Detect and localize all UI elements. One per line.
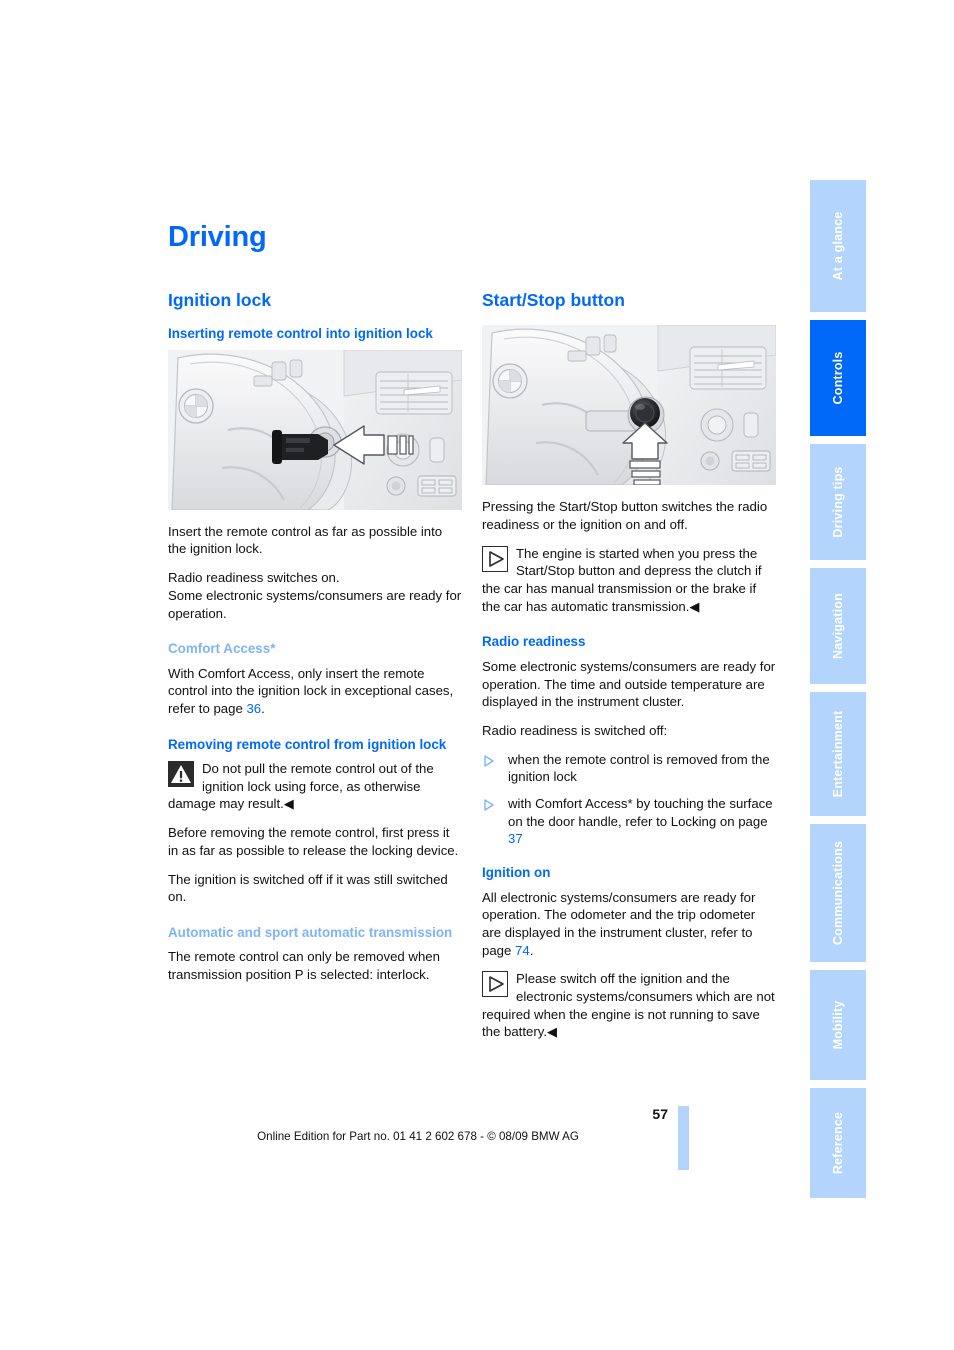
sidebar-tab-communications[interactable]: Communications [810, 824, 866, 962]
list-item: with Comfort Access* by touching the sur… [482, 795, 776, 848]
sidebar-tab-driving-tips[interactable]: Driving tips [810, 444, 866, 560]
sidebar-tab-label: At a glance [831, 211, 845, 281]
paragraph-insert-remote: Insert the remote control as far as poss… [168, 523, 443, 557]
info-play-triangle-icon [482, 545, 508, 572]
warning-note: Do not pull the remote control out of th… [168, 760, 462, 813]
sidebar-tab-controls[interactable]: Controls [810, 320, 866, 436]
info-note-text: Please switch off the ignition and the e… [482, 971, 775, 1040]
list-item-text-pre: with Comfort Access* by touching the sur… [508, 796, 773, 829]
page-title: Driving [168, 221, 267, 253]
paragraph-ignition-on-desc: All electronic systems/consumers are rea… [482, 889, 776, 960]
warning-note-text: Do not pull the remote control out of th… [168, 761, 434, 812]
paragraph-radio-readiness-desc: Some electronic systems/consumers are re… [482, 658, 776, 710]
sidebar-tab-at-a-glance[interactable]: At a glance [810, 180, 866, 312]
paragraph-before-removing: Before removing the remote control, firs… [168, 825, 459, 858]
page-reference-37[interactable]: 37 [508, 831, 523, 846]
list-radio-readiness-off: when the remote control is removed from … [482, 751, 776, 848]
sidebar-tab-navigation[interactable]: Navigation [810, 568, 866, 684]
sidebar-tab-entertainment[interactable]: Entertainment [810, 692, 866, 816]
footer-copyright-note: Online Edition for Part no. 01 41 2 602 … [257, 1130, 579, 1143]
subsection-comfort-access: Comfort Access* [168, 641, 276, 657]
warning-triangle-icon [168, 761, 194, 788]
manual-page: At a glance Controls Driving tips Naviga… [0, 0, 954, 1350]
sidebar-tab-mobility[interactable]: Mobility [810, 970, 866, 1080]
paragraph-radio-readiness-on: Radio readiness switches on. [168, 570, 340, 586]
sidebar-tab-reference[interactable]: Reference [810, 1088, 866, 1198]
comfort-access-text-post: . [261, 701, 265, 716]
sidebar-tab-label: Mobility [831, 1000, 845, 1050]
page-number: 57 [652, 1106, 668, 1122]
info-note-text: The engine is started when you press the… [482, 545, 762, 614]
illustration-ignition-lock [168, 349, 462, 510]
paragraph-systems-ready: Some electronic systems/consumers are re… [168, 587, 462, 621]
sidebar-tab-label: Navigation [831, 593, 845, 659]
paragraph-pressing-start-stop: Pressing the Start/Stop button switches … [482, 499, 768, 533]
page-content: Driving Ignition lock Inserting remote c… [0, 0, 810, 1350]
page-reference-74[interactable]: 74 [515, 943, 530, 958]
bullet-triangle-icon [484, 754, 494, 767]
subsection-removing-remote-control: Removing remote control from ignition lo… [168, 736, 447, 752]
ignition-on-text-post: . [529, 942, 534, 958]
section-heading-ignition-lock: Ignition lock [168, 290, 272, 310]
info-play-triangle-icon [482, 971, 508, 998]
left-column: Ignition lock Inserting remote control i… [168, 290, 462, 995]
sidebar-tab-label: Entertainment [831, 710, 845, 798]
subsection-ignition-on: Ignition on [482, 865, 551, 881]
page-reference-36[interactable]: 36 [246, 701, 261, 716]
paragraph-interlock: The remote control can only be removed w… [168, 949, 440, 983]
paragraph-ignition-switched-off: The ignition is switched off if it was s… [168, 871, 448, 905]
paragraph-comfort-access: With Comfort Access, only insert the rem… [168, 665, 462, 718]
section-heading-start-stop-button: Start/Stop button [482, 290, 625, 310]
chapter-tab-strip: At a glance Controls Driving tips Naviga… [810, 180, 866, 1198]
comfort-access-text-pre: With Comfort Access, only insert the rem… [168, 665, 454, 716]
list-item: when the remote control is removed from … [482, 751, 776, 786]
subsection-radio-readiness: Radio readiness [482, 634, 586, 650]
subsection-automatic-transmission: Automatic and sport automatic transmissi… [168, 924, 453, 940]
sidebar-tab-label: Reference [831, 1111, 845, 1175]
info-note-engine-start: The engine is started when you press the… [482, 545, 776, 616]
sidebar-tab-label: Communications [831, 840, 845, 946]
info-note-switch-off-ignition: Please switch off the ignition and the e… [482, 970, 776, 1041]
subsection-inserting-remote-control: Inserting remote control into ignition l… [168, 326, 433, 342]
sidebar-tab-label: Driving tips [831, 466, 845, 538]
illustration-start-stop-button [482, 325, 776, 486]
page-edge-marker [678, 1106, 689, 1170]
paragraph-radio-readiness-off-intro: Radio readiness is switched off: [482, 722, 668, 738]
list-item-text: when the remote control is removed from … [508, 751, 770, 785]
sidebar-tab-label: Controls [831, 351, 845, 405]
bullet-triangle-icon [484, 798, 494, 811]
right-column: Start/Stop button Pressing the Start/Sto… [482, 290, 776, 1052]
